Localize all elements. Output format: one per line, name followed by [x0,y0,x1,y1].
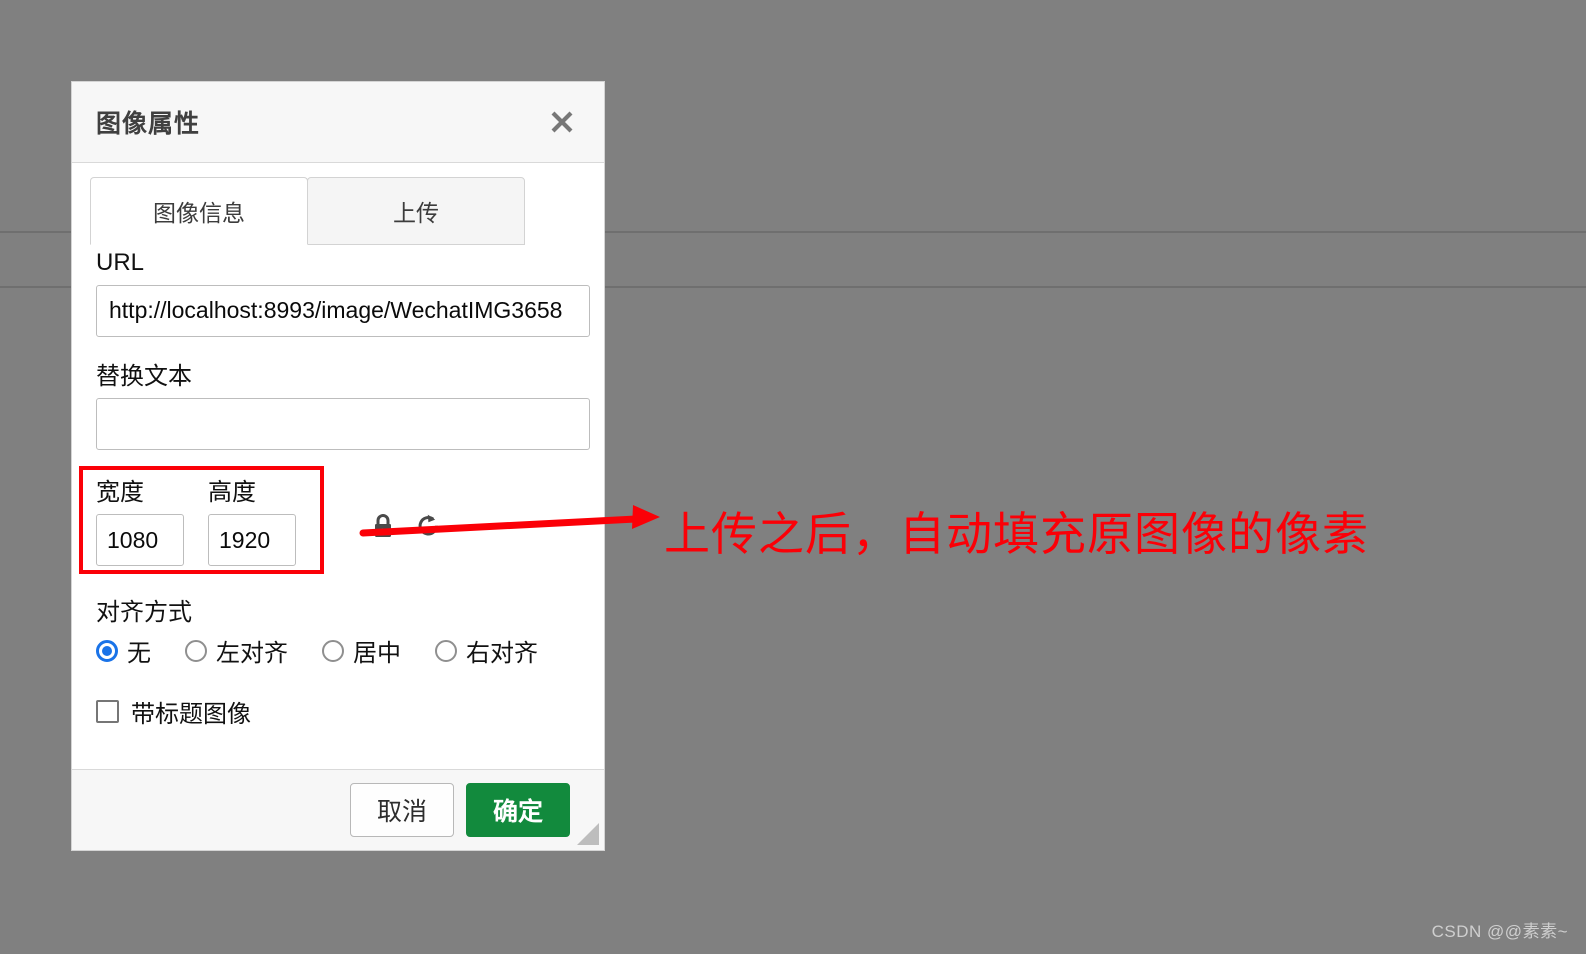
resize-grip-icon[interactable] [577,823,599,845]
align-radio-center-label: 居中 [353,640,401,668]
radio-indicator [435,639,457,662]
confirm-button[interactable]: 确定 [466,783,570,837]
tab-image-info-label: 图像信息 [153,200,245,226]
captioned-image-checkbox[interactable]: 带标题图像 [96,694,580,729]
alt-text-label: 替换文本 [96,362,192,390]
url-input[interactable] [96,284,590,337]
confirm-button-label: 确定 [492,798,543,826]
reset-icon[interactable] [414,510,444,542]
cancel-button[interactable]: 取消 [350,783,454,837]
align-radio-none-label: 无 [127,640,151,668]
width-label: 宽度 [96,479,144,507]
width-input[interactable] [96,514,184,567]
radio-indicator [322,639,344,662]
dialog-header: 图像属性 [72,82,604,163]
size-tools [368,510,444,542]
radio-indicator [185,639,207,662]
radio-indicator [96,639,118,662]
lock-icon[interactable] [368,510,398,542]
height-input[interactable] [208,514,296,567]
tab-upload-label: 上传 [393,200,439,226]
align-radio-right-label: 右对齐 [466,640,538,668]
size-section: 宽度 高度 [79,466,580,580]
checkbox-indicator [96,700,119,724]
url-label: URL [96,249,145,276]
close-icon[interactable] [543,103,581,141]
align-radio-left[interactable]: 左对齐 [185,633,288,668]
dialog-tabs: 图像信息 上传 [72,163,604,245]
image-properties-dialog: 图像属性 图像信息 上传 URL 替换文本 宽度 [71,81,605,851]
dialog-footer: 取消 确定 [72,769,604,850]
alt-text-input[interactable] [96,398,590,451]
dialog-title: 图像属性 [96,110,201,138]
watermark: CSDN @@素素~ [1431,922,1568,941]
tab-image-info[interactable]: 图像信息 [90,177,308,245]
annotation-text: 上传之后，自动填充原图像的像素 [664,508,1369,560]
align-radio-none[interactable]: 无 [96,633,151,668]
align-title: 对齐方式 [96,599,192,627]
align-radio-center[interactable]: 居中 [322,633,401,668]
captioned-image-label: 带标题图像 [131,701,251,729]
align-radio-group: 无 左对齐 居中 右对齐 [96,633,580,668]
align-section: 对齐方式 无 左对齐 居中 右对齐 [96,592,580,668]
align-radio-left-label: 左对齐 [216,640,288,668]
align-radio-right[interactable]: 右对齐 [435,633,538,668]
cancel-button-label: 取消 [376,798,427,826]
dialog-body: URL 替换文本 宽度 高度 [72,231,604,769]
height-label: 高度 [208,479,256,507]
